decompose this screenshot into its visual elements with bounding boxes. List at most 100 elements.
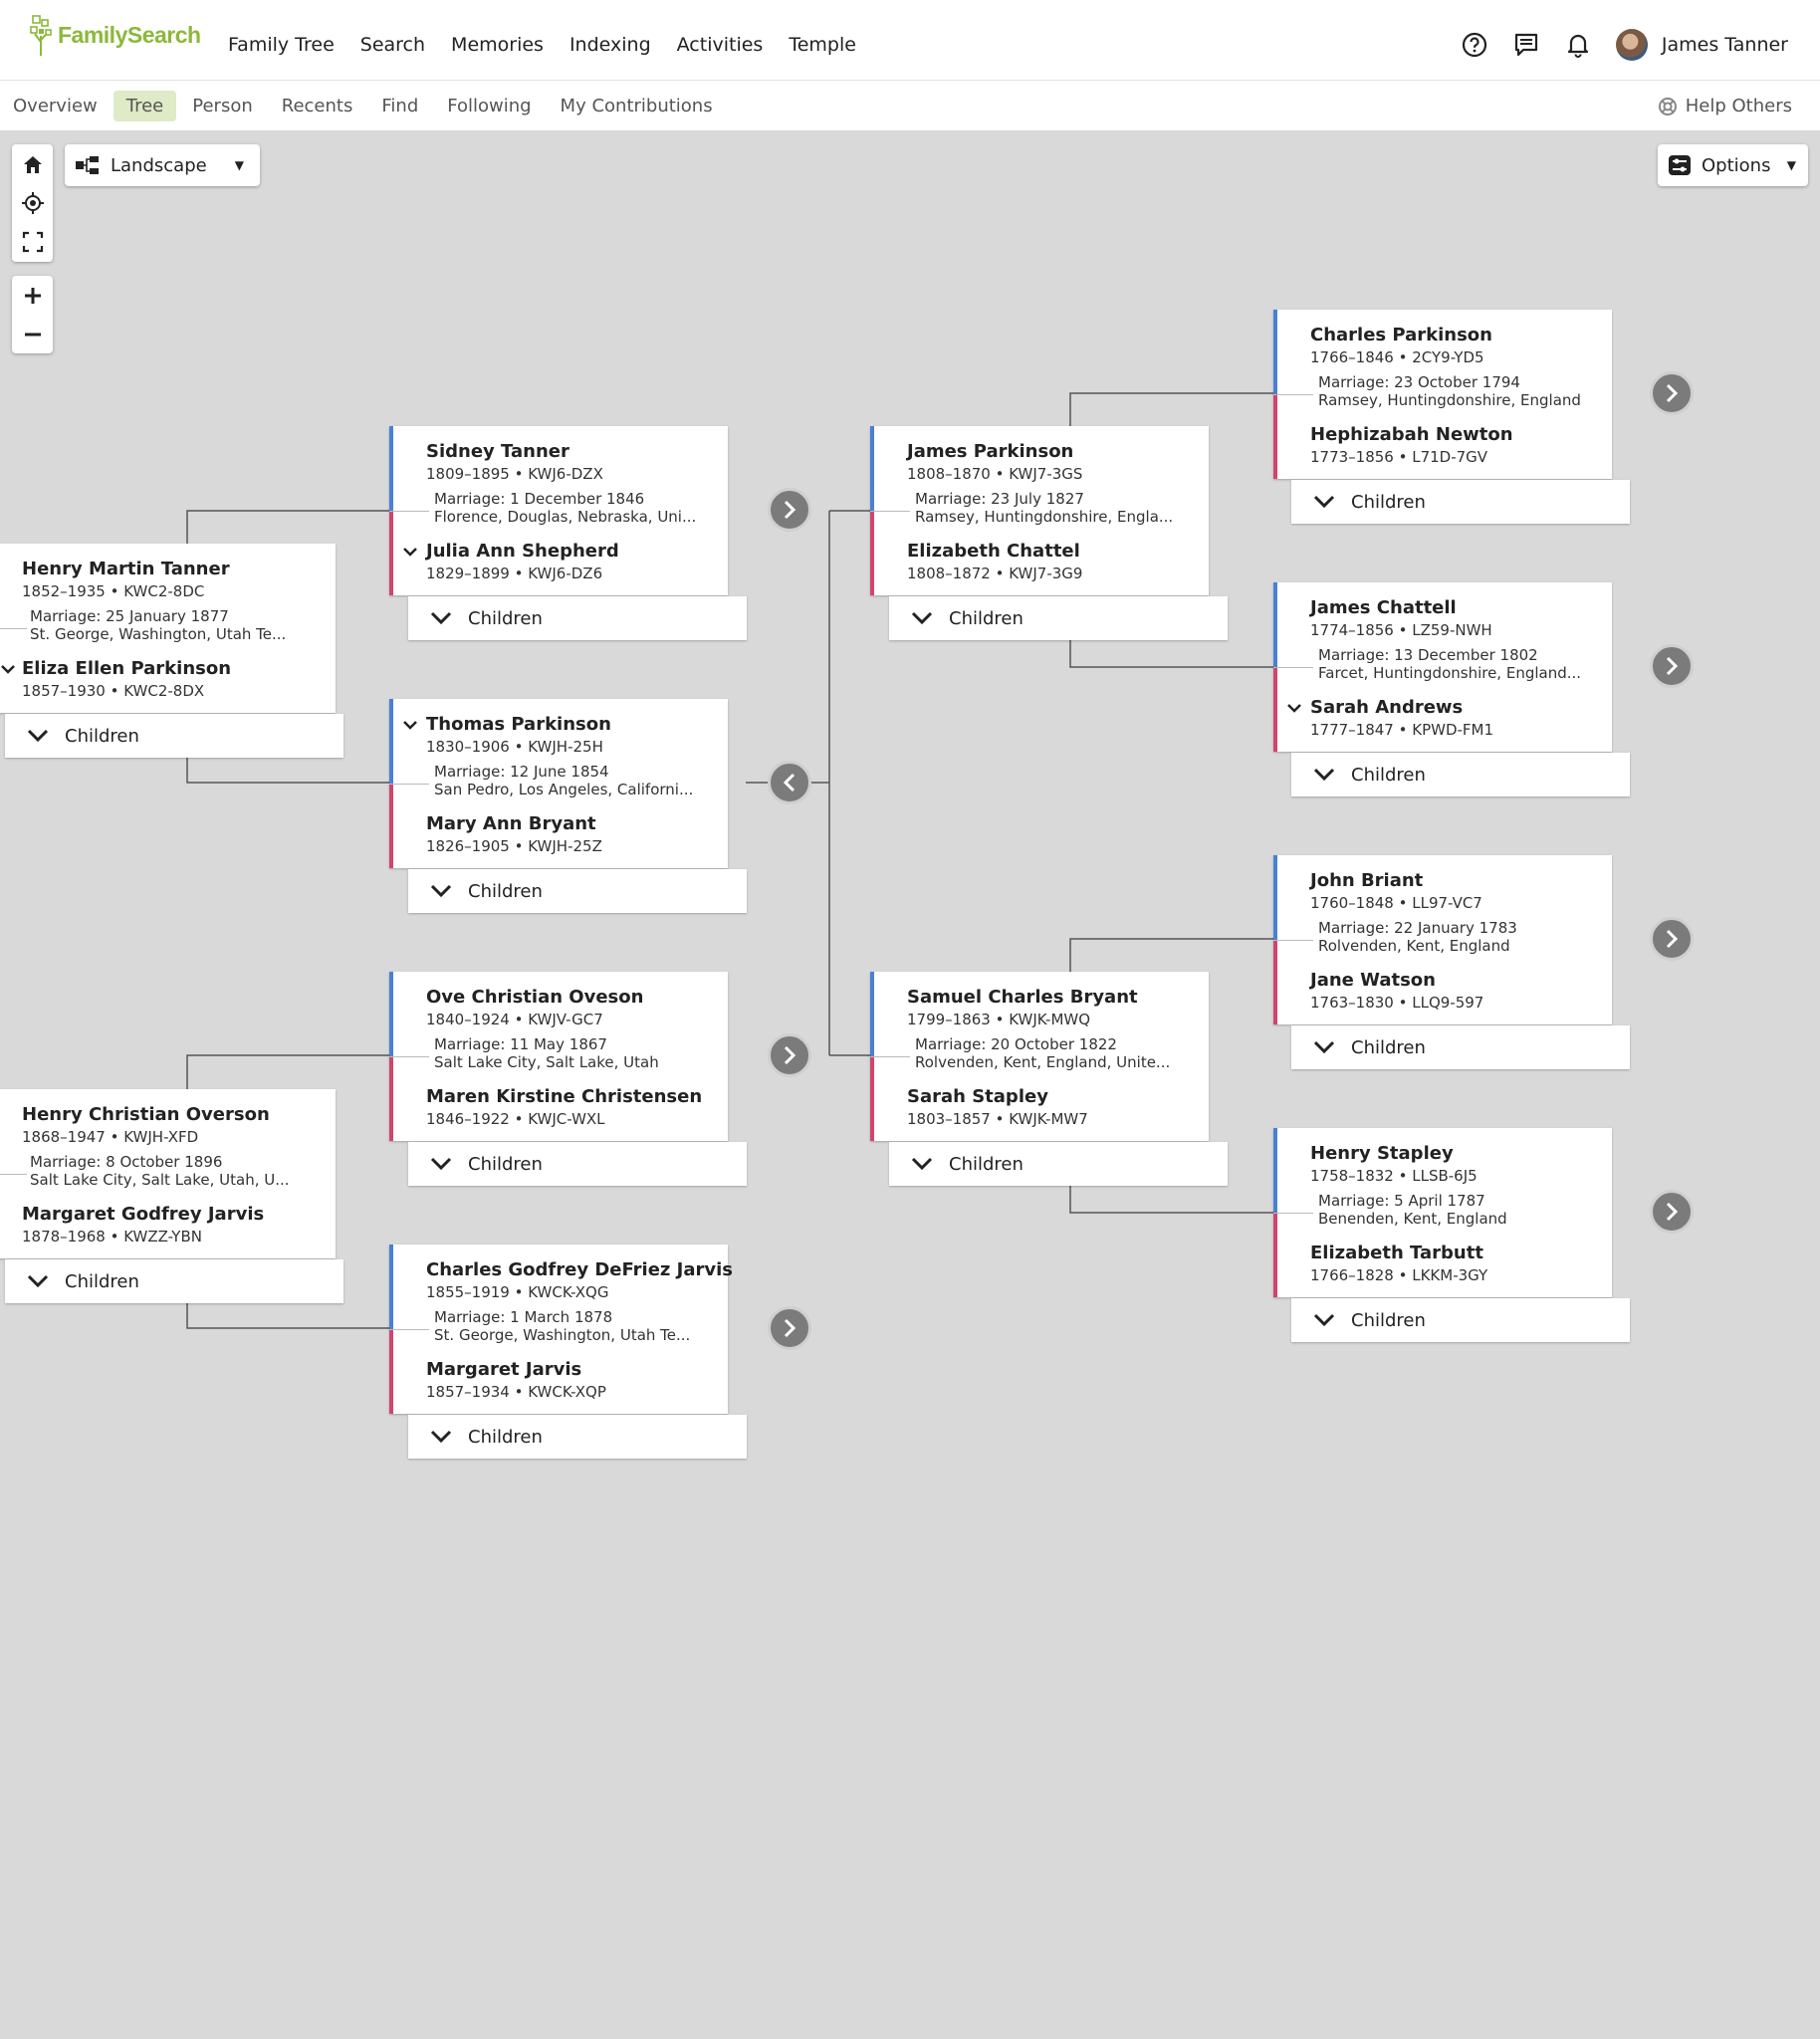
children-button[interactable]: Children: [5, 714, 343, 758]
children-button[interactable]: Children: [889, 596, 1228, 640]
male-indicator: [870, 972, 874, 1056]
husband-name[interactable]: Henry Martin Tanner: [22, 559, 230, 579]
children-button[interactable]: Children: [408, 596, 747, 640]
wife-name[interactable]: Elizabeth Chattel: [907, 541, 1080, 562]
children-button[interactable]: Children: [1291, 1025, 1630, 1069]
children-label: Children: [65, 725, 139, 747]
chevron-down-icon: [1313, 1313, 1335, 1327]
wife-info: 1857–1934 • KWCK-XQP: [426, 1383, 606, 1401]
husband-name[interactable]: Charles Godfrey DeFriez Jarvis: [426, 1259, 733, 1280]
female-indicator: [1273, 940, 1277, 1024]
marriage-date: Marriage: 8 October 1896: [30, 1153, 223, 1171]
children-button[interactable]: Children: [408, 1142, 747, 1186]
children-label: Children: [949, 607, 1024, 629]
couple-card[interactable]: John Briant 1760–1848 • LL97-VC7 Marriag…: [1273, 855, 1612, 1024]
expand-ancestors-button[interactable]: [768, 1306, 811, 1350]
marriage-place: Florence, Douglas, Nebraska, Uni...: [434, 508, 697, 526]
children-button[interactable]: Children: [1291, 753, 1630, 796]
divider: [1273, 394, 1313, 395]
husband-name[interactable]: James Parkinson: [907, 441, 1073, 462]
chevron-right-icon: [784, 1318, 796, 1338]
chevron-down-icon[interactable]: [401, 716, 419, 734]
couple-card[interactable]: Henry Christian Overson 1868–1947 • KWJH…: [0, 1089, 336, 1258]
husband-name[interactable]: Henry Stapley: [1310, 1143, 1454, 1164]
husband-name[interactable]: Sidney Tanner: [426, 441, 569, 462]
husband-name[interactable]: James Chattell: [1310, 597, 1457, 618]
couple-card[interactable]: Henry Martin Tanner 1852–1935 • KWC2-8DC…: [0, 544, 336, 713]
collapse-ancestors-button[interactable]: [768, 761, 811, 804]
children-label: Children: [949, 1153, 1024, 1175]
husband-name[interactable]: Charles Parkinson: [1310, 325, 1492, 345]
marriage-date: Marriage: 20 October 1822: [915, 1035, 1117, 1053]
divider: [870, 1056, 910, 1057]
husband-info: 1830–1906 • KWJH-25H: [426, 738, 603, 756]
wife-name[interactable]: Sarah Stapley: [907, 1086, 1048, 1107]
expand-ancestors-button[interactable]: [1650, 371, 1694, 415]
couple-card[interactable]: Henry Stapley 1758–1832 • LLSB-6J5 Marri…: [1273, 1128, 1612, 1297]
couple-card[interactable]: James Parkinson 1808–1870 • KWJ7-3GS Mar…: [870, 426, 1209, 595]
wife-name[interactable]: Julia Ann Shepherd: [426, 541, 619, 562]
wife-info: 1826–1905 • KWJH-25Z: [426, 837, 602, 855]
wife-name[interactable]: Mary Ann Bryant: [426, 813, 596, 834]
expand-ancestors-button[interactable]: [768, 488, 811, 532]
male-indicator: [389, 972, 393, 1056]
wife-name[interactable]: Sarah Andrews: [1310, 697, 1463, 718]
husband-name[interactable]: Thomas Parkinson: [426, 714, 611, 735]
children-button[interactable]: Children: [408, 1415, 747, 1459]
children-button[interactable]: Children: [889, 1142, 1228, 1186]
husband-info: 1758–1832 • LLSB-6J5: [1310, 1167, 1478, 1185]
male-indicator: [1273, 855, 1277, 940]
female-indicator: [389, 511, 393, 595]
husband-name[interactable]: Henry Christian Overson: [22, 1104, 270, 1125]
husband-name[interactable]: John Briant: [1310, 870, 1423, 891]
chevron-down-icon[interactable]: [0, 660, 17, 678]
wife-name[interactable]: Jane Watson: [1310, 970, 1436, 991]
children-button[interactable]: Children: [5, 1259, 343, 1303]
wife-info: 1829–1899 • KWJ6-DZ6: [426, 565, 603, 582]
children-button[interactable]: Children: [1291, 1298, 1630, 1342]
couple-card[interactable]: James Chattell 1774–1856 • LZ59-NWH Marr…: [1273, 582, 1612, 752]
marriage-date: Marriage: 13 December 1802: [1318, 646, 1538, 664]
couple-card[interactable]: Samuel Charles Bryant 1799–1863 • KWJK-M…: [870, 972, 1209, 1141]
couple-card[interactable]: Sidney Tanner 1809–1895 • KWJ6-DZX Marri…: [389, 426, 728, 595]
expand-ancestors-button[interactable]: [1650, 1190, 1694, 1234]
children-label: Children: [65, 1270, 139, 1292]
divider: [389, 784, 429, 785]
female-indicator: [1273, 667, 1277, 752]
divider: [389, 511, 429, 512]
wife-info: 1777–1847 • KPWD-FM1: [1310, 721, 1494, 739]
children-button[interactable]: Children: [408, 869, 747, 913]
wife-name[interactable]: Hephizabah Newton: [1310, 424, 1513, 445]
wife-name[interactable]: Maren Kirstine Christensen: [426, 1086, 702, 1107]
wife-name[interactable]: Margaret Jarvis: [426, 1359, 581, 1380]
couple-card[interactable]: Charles Godfrey DeFriez Jarvis 1855–1919…: [389, 1245, 733, 1414]
marriage-date: Marriage: 22 January 1783: [1318, 919, 1517, 937]
chevron-right-icon: [1666, 929, 1679, 949]
chevron-down-icon: [430, 884, 452, 898]
children-button[interactable]: Children: [1291, 480, 1630, 524]
expand-ancestors-button[interactable]: [1650, 917, 1694, 961]
children-label: Children: [468, 1153, 543, 1175]
children-label: Children: [468, 607, 543, 629]
couple-card[interactable]: Charles Parkinson 1766–1846 • 2CY9-YD5 M…: [1273, 310, 1612, 479]
marriage-place: Ramsey, Huntingdonshire, England: [1318, 391, 1581, 409]
chevron-down-icon[interactable]: [401, 543, 419, 561]
expand-ancestors-button[interactable]: [1650, 644, 1694, 688]
couple-card[interactable]: Thomas Parkinson 1830–1906 • KWJH-25H Ma…: [389, 699, 728, 868]
husband-name[interactable]: Samuel Charles Bryant: [907, 987, 1138, 1008]
chevron-down-icon: [911, 611, 933, 625]
wife-info: 1766–1828 • LKKM-3GY: [1310, 1266, 1488, 1284]
children-label: Children: [1351, 764, 1426, 786]
wife-name[interactable]: Eliza Ellen Parkinson: [22, 658, 231, 679]
children-label: Children: [468, 880, 543, 902]
wife-name[interactable]: Elizabeth Tarbutt: [1310, 1243, 1483, 1263]
female-indicator: [870, 1056, 874, 1141]
marriage-date: Marriage: 25 January 1877: [30, 607, 229, 625]
marriage-date: Marriage: 23 July 1827: [915, 490, 1084, 508]
husband-name[interactable]: Ove Christian Oveson: [426, 987, 643, 1008]
chevron-down-icon: [1313, 495, 1335, 509]
chevron-down-icon[interactable]: [1285, 699, 1303, 717]
expand-ancestors-button[interactable]: [768, 1033, 811, 1077]
wife-name[interactable]: Margaret Godfrey Jarvis: [22, 1204, 264, 1225]
couple-card[interactable]: Ove Christian Oveson 1840–1924 • KWJV-GC…: [389, 972, 728, 1141]
